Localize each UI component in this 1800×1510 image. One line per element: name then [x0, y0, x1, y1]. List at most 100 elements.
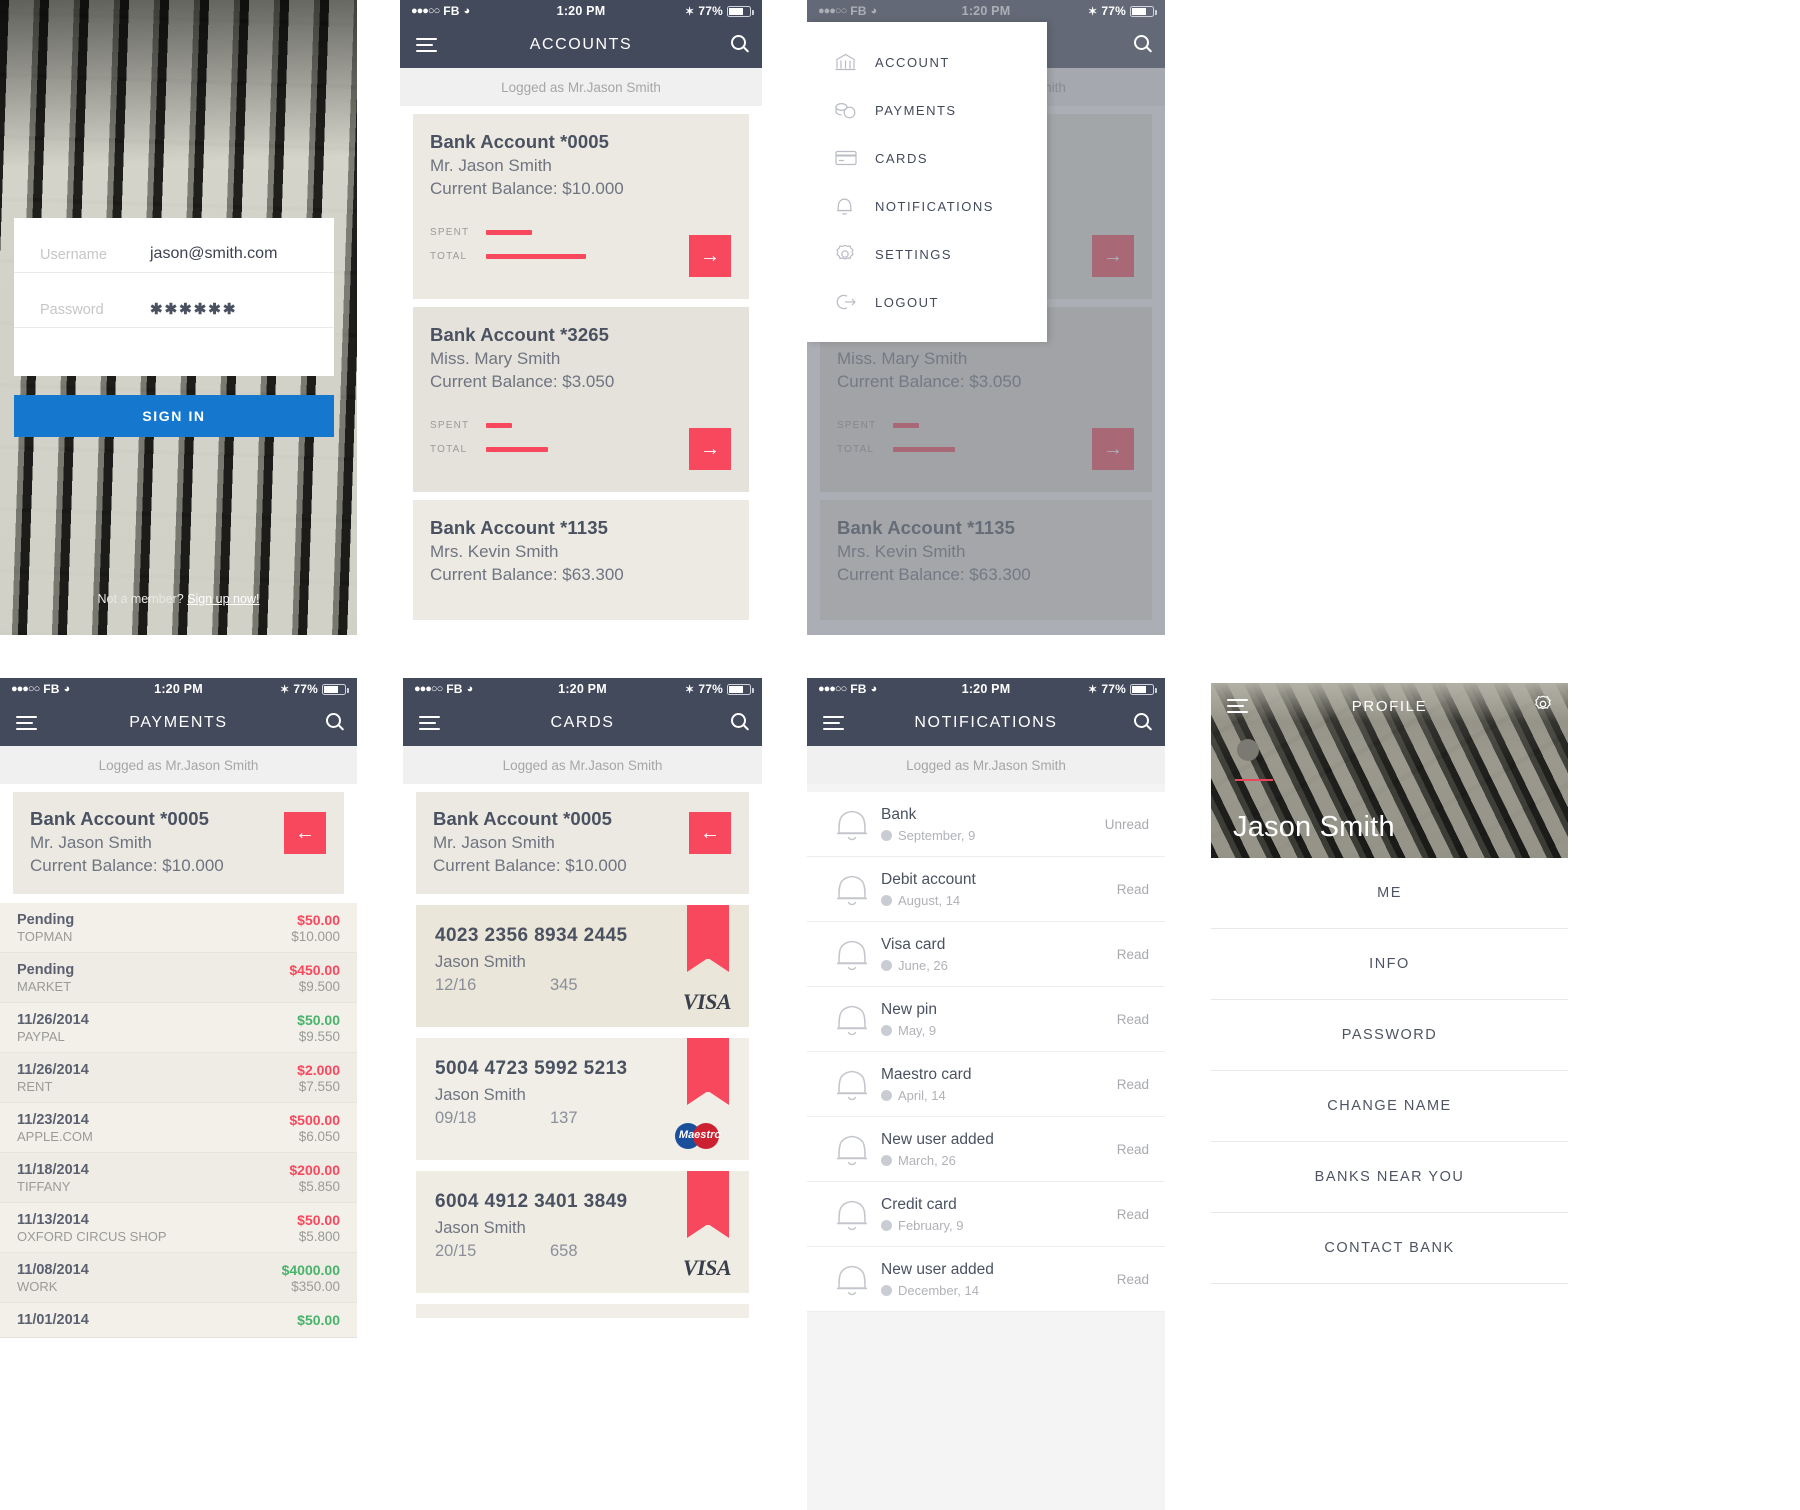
hamburger-icon[interactable] — [823, 38, 844, 52]
drawer-item-notifications[interactable]: NOTIFICATIONS — [807, 182, 1047, 230]
clock-icon — [881, 1219, 892, 1231]
drawer-item-payments[interactable]: PAYMENTS — [807, 86, 1047, 134]
notification-title: New pin — [881, 1000, 937, 1018]
profile-name: Jason Smith — [1233, 811, 1395, 843]
account-card[interactable]: Bank Account *1135 Mrs. Kevin Smith Curr… — [413, 500, 749, 620]
sign-in-button[interactable]: SIGN IN — [14, 395, 334, 437]
avatar[interactable] — [1237, 739, 1259, 761]
account-card[interactable]: Bank Account *0005 Mr. Jason Smith Curre… — [413, 114, 749, 299]
battery-icon — [727, 683, 754, 695]
bluetooth-icon: ✶ — [279, 683, 290, 696]
status-bar: ●●●○○ FB ◕ 1:20 PM ✶ 77% — [400, 0, 762, 22]
table-row[interactable]: 11/01/2014 $50.00 — [0, 1303, 357, 1338]
drawer-item-cards[interactable]: CARDS — [807, 134, 1047, 182]
back-button[interactable]: ← — [689, 812, 731, 854]
back-button[interactable]: ← — [284, 812, 326, 854]
drawer-item-logout[interactable]: LOGOUT — [807, 278, 1047, 326]
list-item[interactable]: New user added March, 26 Read — [807, 1117, 1165, 1182]
tx-balance: $5.800 — [298, 1229, 340, 1244]
battery-icon — [1130, 683, 1157, 695]
notification-title: Visa card — [881, 935, 946, 953]
drawer-item-settings[interactable]: SETTINGS — [807, 230, 1047, 278]
signal-dots-icon: ●●●○○ — [818, 683, 847, 695]
navigation-drawer: ACCOUNT PAYMENTS CARDS NOTIFICATIONS SET… — [807, 22, 1047, 342]
table-row[interactable]: 11/26/2014 PAYPAL $50.00 $9.550 — [0, 1003, 357, 1053]
hamburger-icon[interactable] — [419, 716, 440, 730]
login-screen: Username jason@smith.com Password ✱✱✱✱✱✱… — [0, 0, 357, 635]
table-row[interactable]: Pending TOPMAN $50.00 $10.000 — [0, 903, 357, 953]
hamburger-icon[interactable] — [416, 38, 437, 52]
list-item[interactable]: New user added December, 14 Read — [807, 1247, 1165, 1312]
profile-menu-contact-bank[interactable]: CONTACT BANK — [1211, 1213, 1568, 1284]
accounts-screen: ●●●○○ FB ◕ 1:20 PM ✶ 77% ACCOUNTS Logged… — [400, 0, 762, 635]
credit-card[interactable]: 5004 4723 5992 5213 Jason Smith 09/18 137… — [416, 1038, 749, 1160]
password-input[interactable]: ✱✱✱✱✱✱ — [150, 300, 237, 327]
notification-date: April, 14 — [898, 1087, 946, 1103]
list-item[interactable]: Credit card February, 9 Read — [807, 1182, 1165, 1247]
credit-card-partial[interactable] — [416, 1304, 749, 1318]
tx-date: 11/13/2014 — [17, 1212, 89, 1228]
tx-amount: $50.00 — [297, 1312, 340, 1328]
list-item[interactable]: Maestro card April, 14 Read — [807, 1052, 1165, 1117]
tx-date: 11/08/2014 — [17, 1262, 89, 1278]
username-input[interactable]: jason@smith.com — [150, 245, 277, 272]
table-row[interactable]: 11/13/2014 OXFORD CIRCUS SHOP $50.00 $5.800 — [0, 1203, 357, 1253]
total-label: TOTAL — [430, 444, 468, 455]
profile-menu-banks-near-you[interactable]: BANKS NEAR YOU — [1211, 1142, 1568, 1213]
status-badge: Unread — [1104, 816, 1149, 832]
table-row[interactable]: 11/23/2014 APPLE.COM $500.00 $6.050 — [0, 1103, 357, 1153]
credit-card[interactable]: 4023 2356 8934 2445 Jason Smith 12/16 345… — [416, 905, 749, 1027]
signup-link[interactable]: Sign up now! — [187, 592, 259, 606]
account-title: Bank Account *0005 — [433, 808, 612, 829]
search-icon[interactable] — [326, 713, 341, 733]
table-row[interactable]: 11/08/2014 WORK $4000.00 $350.00 — [0, 1253, 357, 1303]
spent-label: SPENT — [430, 420, 470, 431]
hamburger-icon[interactable] — [16, 716, 37, 730]
status-badge: Read — [1116, 1141, 1149, 1157]
search-icon[interactable] — [1134, 35, 1149, 55]
carrier-label: FB — [443, 4, 460, 18]
list-item[interactable]: New pin May, 9 Read — [807, 987, 1165, 1052]
profile-menu-info[interactable]: INFO — [1211, 929, 1568, 1000]
profile-screen: PROFILE Jason Smith ME INFO PASSWORD CHA… — [1211, 683, 1568, 1510]
logged-as-label: Logged as Mr.Jason Smith — [400, 68, 762, 106]
search-icon[interactable] — [731, 35, 746, 55]
payments-account-header: Bank Account *0005 Mr. Jason Smith Curre… — [13, 792, 344, 894]
credit-card[interactable]: 6004 4912 3401 3849 Jason Smith 20/15 658… — [416, 1171, 749, 1293]
hamburger-icon[interactable] — [1227, 699, 1248, 713]
account-card[interactable]: Bank Account *3265 Miss. Mary Smith Curr… — [413, 307, 749, 492]
spent-meter-row: SPENT — [430, 227, 732, 238]
table-row[interactable]: 11/26/2014 RENT $2.000 $7.550 — [0, 1053, 357, 1103]
tx-amount: $4000.00 — [281, 1262, 340, 1278]
mockup-canvas: Username jason@smith.com Password ✱✱✱✱✱✱… — [0, 0, 1800, 1510]
account-title: Bank Account *1135 — [430, 517, 608, 538]
gear-icon[interactable] — [1534, 695, 1552, 718]
table-row[interactable]: 11/18/2014 TIFFANY $200.00 $5.850 — [0, 1153, 357, 1203]
password-row[interactable]: Password ✱✱✱✱✱✱ — [14, 273, 334, 328]
accent-rule — [1235, 779, 1273, 781]
status-badge: Read — [1116, 1076, 1149, 1092]
clock-icon — [881, 1154, 892, 1166]
account-detail-button[interactable]: → — [689, 428, 731, 470]
list-item[interactable]: Debit account August, 14 Read — [807, 857, 1165, 922]
account-detail-button[interactable]: → — [689, 235, 731, 277]
profile-menu-password[interactable]: PASSWORD — [1211, 1000, 1568, 1071]
username-label: Username — [40, 247, 107, 263]
search-icon[interactable] — [731, 713, 746, 733]
nav-bar: PAYMENTS — [0, 700, 357, 746]
tx-balance: $5.850 — [298, 1179, 340, 1194]
profile-menu-me[interactable]: ME — [1211, 858, 1568, 929]
search-icon[interactable] — [1134, 713, 1149, 733]
list-item[interactable]: Bank September, 9 Unread — [807, 792, 1165, 857]
total-meter-row: TOTAL — [430, 251, 732, 262]
notification-date: March, 26 — [898, 1152, 956, 1168]
ribbon-icon — [687, 905, 729, 972]
list-item[interactable]: Visa card June, 26 Read — [807, 922, 1165, 987]
hamburger-icon[interactable] — [823, 716, 844, 730]
table-row[interactable]: Pending MARKET $450.00 $9.500 — [0, 953, 357, 1003]
logout-icon — [835, 293, 875, 311]
username-row[interactable]: Username jason@smith.com — [14, 218, 334, 273]
tx-balance: $9.550 — [298, 1029, 340, 1044]
profile-menu-change-name[interactable]: CHANGE NAME — [1211, 1071, 1568, 1142]
clock-icon — [881, 1024, 892, 1036]
